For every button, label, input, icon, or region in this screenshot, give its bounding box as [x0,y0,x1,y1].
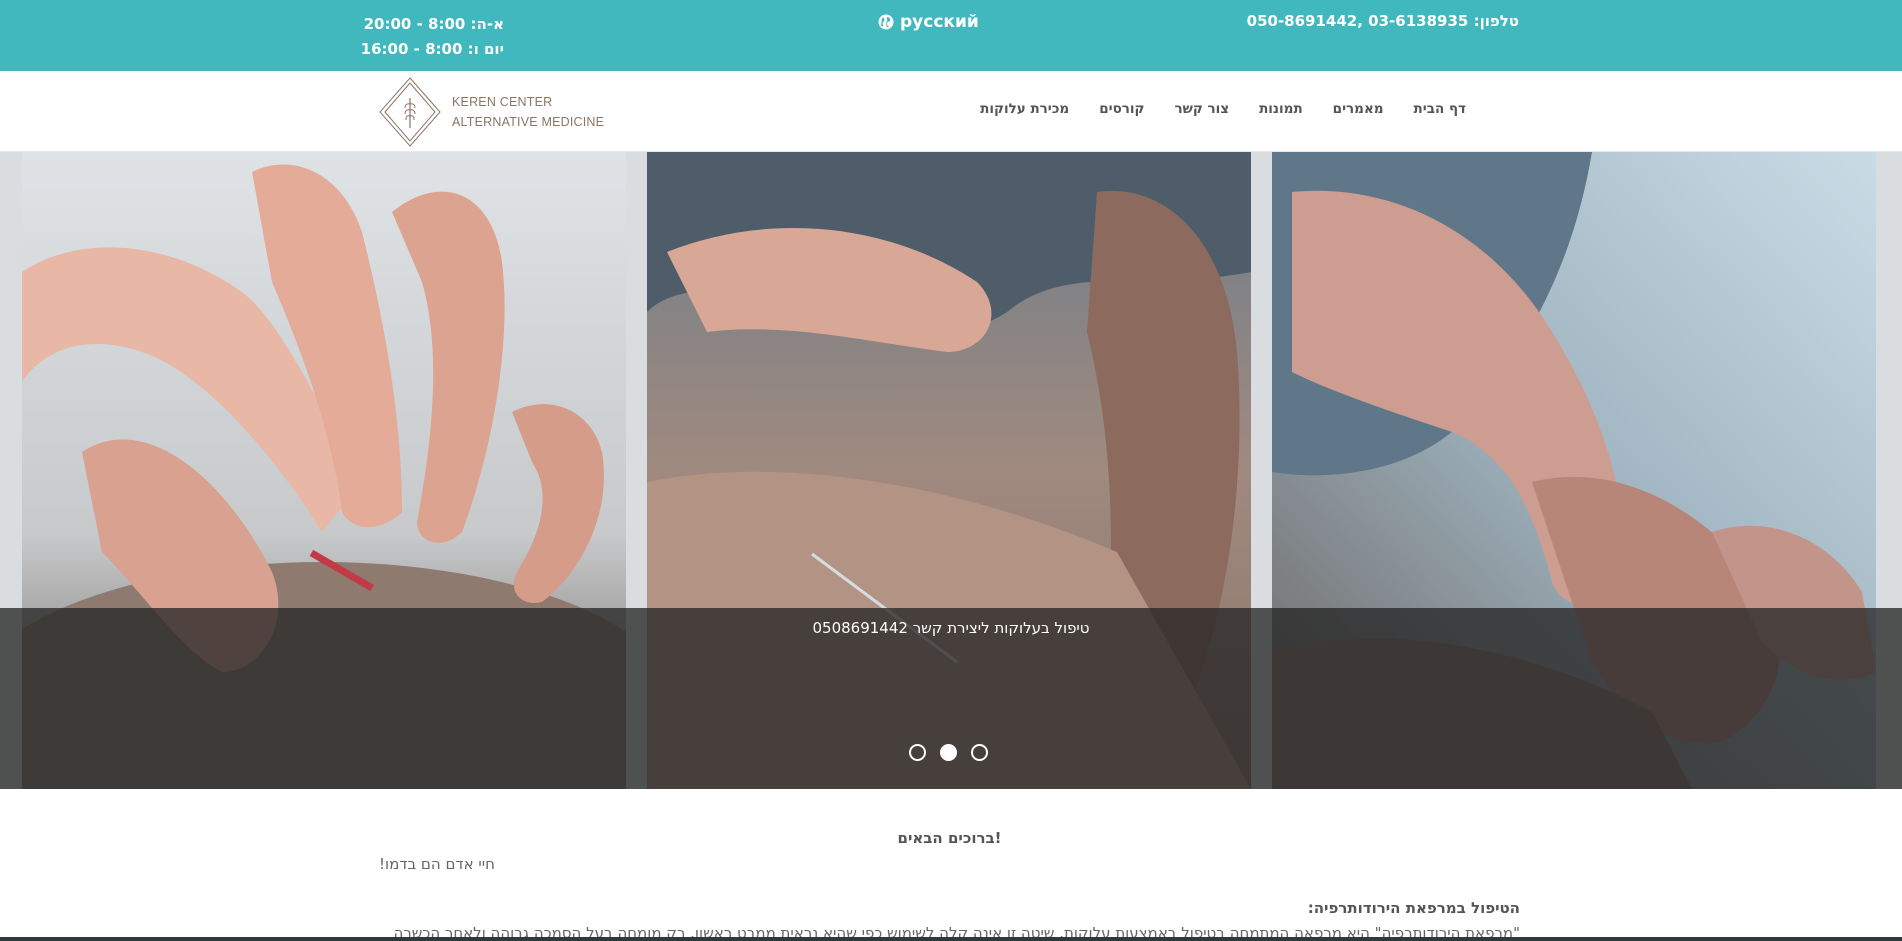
nav-item-contact[interactable]: צור קשר [1174,101,1229,117]
logo-line2: ALTERNATIVE MEDICINE [452,115,605,129]
slider-dot-2[interactable] [940,744,957,761]
language-label[interactable]: русский [900,12,979,32]
opening-hours: א-ה: 8:00 - 20:00 יום ו: 8:00 - 16:00 [360,12,504,62]
slider-pagination [909,744,988,761]
slider-dot-3[interactable] [971,744,988,761]
nav-item-articles[interactable]: מאמרים [1333,101,1384,117]
logo-emblem-icon [379,77,441,147]
hours-weekdays: א-ה: 8:00 - 20:00 [363,15,504,33]
hours-friday: יום ו: 8:00 - 16:00 [360,40,504,58]
bottom-edge-bar [0,937,1902,941]
nav-item-courses[interactable]: קורסים [1099,101,1144,117]
site-header: KEREN CENTER ALTERNATIVE MEDICINE דף הבי… [0,71,1902,152]
globe-icon [878,14,894,30]
tagline-text: חיי אדם הם בדמו! [379,855,495,873]
nav-item-leech-sales[interactable]: מכירת עלוקות [980,101,1069,117]
hero-slider[interactable]: טיפול בעלוקות ליצירת קשר 0508691442 [0,152,1902,789]
slide-caption: טיפול בעלוקות ליצירת קשר 0508691442 [812,619,1090,637]
slider-dot-1[interactable] [909,744,926,761]
nav-item-home[interactable]: דף הבית [1414,101,1466,117]
section-title: הטיפול במרפאת הירודותרפיה: [1307,899,1520,917]
phone-numbers: טלפון: 03-6138935 ,050-8691442 [1246,12,1519,30]
site-logo[interactable]: KEREN CENTER ALTERNATIVE MEDICINE [378,76,604,148]
top-info-bar: א-ה: 8:00 - 20:00 יום ו: 8:00 - 16:00 ру… [0,0,1902,71]
logo-line1: KEREN CENTER [452,95,553,109]
language-switcher[interactable]: русский [878,12,979,32]
nav-item-photos[interactable]: תמונות [1259,101,1303,117]
welcome-heading: ברוכים הבאים! [897,829,1002,847]
main-navigation: דף הבית מאמרים תמונות צור קשר קורסים מכי… [980,101,1466,117]
